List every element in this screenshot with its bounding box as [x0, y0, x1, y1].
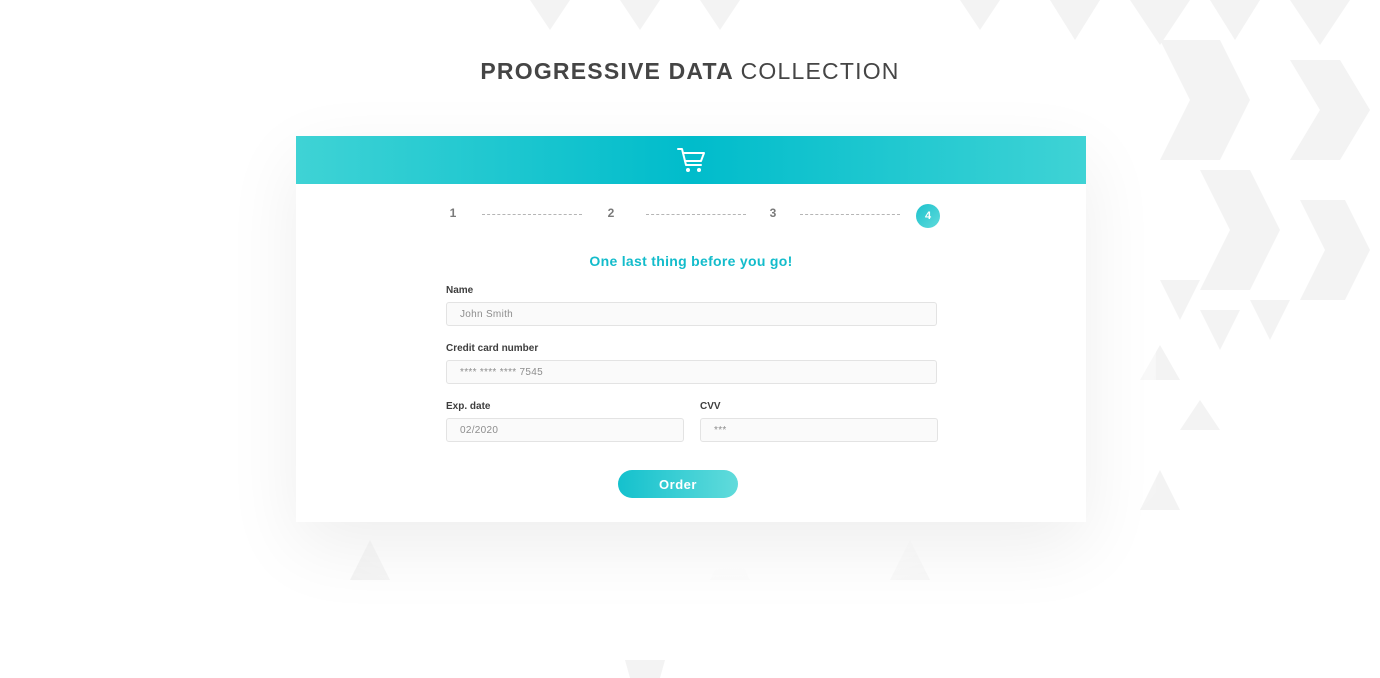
cvv-value: *** [714, 424, 727, 436]
page-title-light: COLLECTION [740, 58, 900, 84]
credit-card-label: Credit card number [446, 343, 539, 354]
shopping-cart-icon [677, 148, 705, 172]
exp-date-value: 02/2020 [460, 424, 499, 436]
credit-card-value: **** **** **** 7545 [460, 366, 543, 378]
exp-date-label: Exp. date [446, 401, 491, 412]
step-connector [482, 214, 582, 215]
name-value: John Smith [460, 308, 514, 320]
credit-card-input[interactable]: **** **** **** 7545 [446, 360, 937, 384]
card-header [296, 136, 1086, 184]
page-title: PROGRESSIVE DATA COLLECTION [0, 58, 1380, 85]
step-1[interactable]: 1 [443, 206, 463, 220]
cvv-input[interactable]: *** [700, 418, 938, 442]
page: PROGRESSIVE DATA COLLECTION 1 2 3 4 One [0, 0, 1380, 678]
order-button[interactable]: Order [618, 470, 738, 498]
cvv-label: CVV [700, 401, 721, 412]
checkout-card: 1 2 3 4 One last thing before you go! Na… [296, 136, 1086, 522]
page-title-bold: PROGRESSIVE DATA [480, 58, 734, 84]
step-2[interactable]: 2 [601, 206, 621, 220]
step-4-active[interactable]: 4 [916, 204, 940, 228]
step-connector [646, 214, 746, 215]
name-label: Name [446, 285, 474, 296]
form-heading: One last thing before you go! [589, 253, 793, 269]
step-connector [800, 214, 900, 215]
name-input[interactable]: John Smith [446, 302, 937, 326]
step-3[interactable]: 3 [763, 206, 783, 220]
exp-date-input[interactable]: 02/2020 [446, 418, 684, 442]
